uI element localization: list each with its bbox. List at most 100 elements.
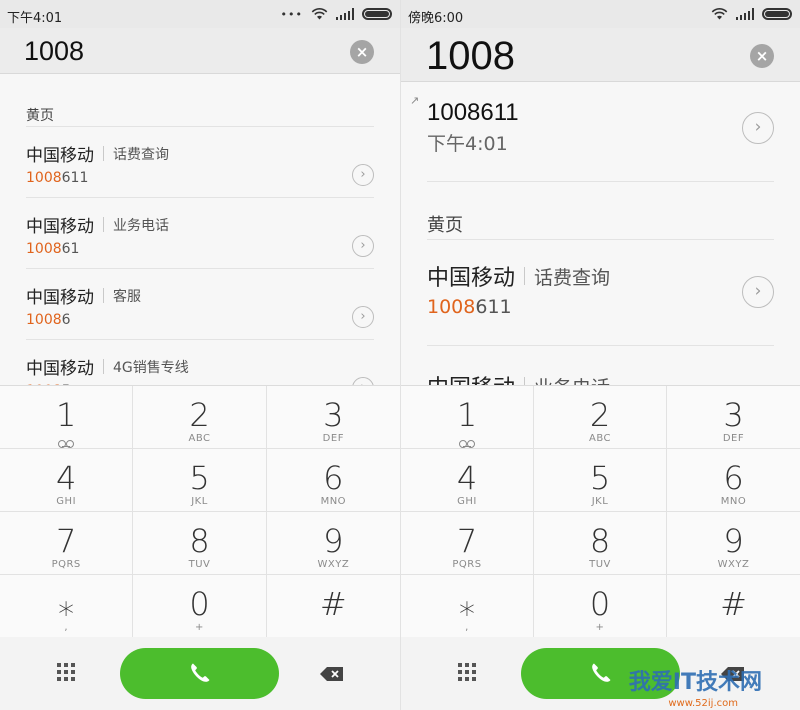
contact-tag: 话费查询 [534,266,611,289]
bottom-bar [0,637,400,710]
divider [524,377,526,385]
list-item[interactable]: 中国移动 业务电话 [427,370,774,385]
recent-number: 1008611 [427,99,519,126]
number-display: 1008 × [401,28,800,82]
key-7[interactable]: 7 PQRS [401,512,534,575]
key-5[interactable]: 5 JKL [133,449,267,512]
key-2[interactable]: 2 ABC [133,386,267,449]
section-label-yellow-pages: 黄页 [26,108,54,124]
battery-icon [762,8,792,20]
key-1[interactable]: 1 [401,386,534,449]
divider [427,239,774,240]
key-8[interactable]: 8 TUV [133,512,267,575]
phone-icon [191,663,210,682]
contact-number: 100861 [26,241,80,257]
divider [103,146,104,161]
divider [26,197,374,198]
wifi-icon [311,8,328,20]
notification-dots: ••• [280,7,303,21]
contact-name: 中国移动 [26,217,94,237]
key-2[interactable]: 2 ABC [534,386,667,449]
contact-name: 中国移动 [26,146,94,166]
contact-tag: 话费查询 [113,146,169,163]
contact-name: 中国移动 [427,266,516,291]
contact-number: 1008611 [427,296,512,318]
divider [427,181,774,182]
contact-number: 1008611 [26,170,89,186]
dialer-screen-left: 下午4:01 ••• 1008 × 黄页 中国移动话费查询 1008611 › [0,0,400,710]
recent-time: 下午4:01 [427,133,508,155]
contact-tag: 4G销售专线 [113,359,189,376]
list-item[interactable]: 中国移动 话费查询 1008611 › [427,260,774,340]
recent-call-item[interactable]: 1008611 下午4:01 › [427,99,774,169]
list-item[interactable]: 中国移动 话费查询 1008611 › [26,141,374,201]
bottom-bar: 我爱IT技术网 www.52ij.com [401,637,800,710]
key-star[interactable]: ⁎, [401,575,534,638]
watermark-url: www.52ij.com [668,698,738,709]
contact-name: 中国移动 [427,370,515,385]
key-1[interactable]: 1 [0,386,134,449]
search-results: 黄页 中国移动 话费查询 1008611 › 中国移动 业务电话 100861 › … [0,75,400,385]
chevron-right-icon[interactable]: › [742,112,774,144]
key-0[interactable]: 0 + [133,575,267,638]
section-label-yellow-pages: 黄页 [427,215,463,236]
battery-icon [362,8,392,20]
contact-tag: 业务电话 [113,217,169,234]
chevron-right-icon[interactable]: › [742,276,774,308]
key-8[interactable]: 8 TUV [534,512,667,575]
number-display: 1008 × [0,28,400,74]
status-icons [711,5,792,23]
dialed-number: 1008 [24,36,85,66]
divider [103,217,104,232]
key-7[interactable]: 7 PQRS [0,512,134,575]
status-time: 下午4:01 [7,11,63,26]
search-results: ↗ 1008611 下午4:01 › 黄页 中国移动 话费查询 1008611 ›… [401,83,800,385]
contact-name: 中国移动 [26,359,94,379]
list-item[interactable]: 中国移动 业务电话 100861 › [26,212,374,272]
key-5[interactable]: 5 JKL [534,449,667,512]
contact-name: 中国移动 [26,288,94,308]
chevron-right-icon[interactable]: › [352,306,374,328]
dialpad: 1 2 ABC 3 DEF 4 GHI 5 JKL 6 MNO 7 PQRS 8 TUV 9W… [0,385,400,638]
backspace-icon[interactable] [320,667,344,681]
key-6[interactable]: 6 MNO [667,449,800,512]
key-hash[interactable]: # [266,575,400,638]
status-bar: 傍晚6:00 [401,0,800,28]
dialer-screen-right: 傍晚6:00 1008 × ↗ 1008611 下午4:01 › 黄页 中国移动… [400,0,800,710]
signal-icon [336,8,354,20]
divider [103,288,104,303]
status-icons: ••• [281,5,392,23]
chevron-right-icon[interactable]: › [352,164,374,186]
key-0[interactable]: 0 + [534,575,667,638]
watermark-logo: 我爱IT技术网 [628,670,762,695]
dialpad-grid-icon[interactable] [458,663,476,681]
wifi-icon [711,8,728,20]
divider [26,268,374,269]
phone-icon [592,663,611,682]
contact-tag: 客服 [113,288,141,305]
key-6[interactable]: 6 MNO [266,449,400,512]
call-button[interactable] [120,648,279,699]
clear-button[interactable]: × [750,44,774,68]
dialed-number: 1008 [426,34,515,78]
key-3[interactable]: 3 DEF [667,386,800,449]
dialpad: 1 2 ABC 3 DEF 4 GHI 5 JKL 6 MNO 7 PQRS 8 TUV 9W… [401,385,800,638]
key-9[interactable]: 9 WXYZ [266,512,400,575]
list-item[interactable]: 中国移动 客服 10086 › [26,283,374,343]
key-3[interactable]: 3 DEF [266,386,400,449]
clear-button[interactable]: × [350,40,374,64]
signal-icon [736,8,754,20]
list-item[interactable]: 中国移动4G销售专线 10085 › [26,354,374,385]
divider [26,126,374,127]
divider [103,359,104,374]
voicemail-icon [459,440,475,448]
key-4[interactable]: 4 GHI [401,449,534,512]
dialpad-grid-icon[interactable] [57,663,75,681]
key-4[interactable]: 4 GHI [0,449,134,512]
status-bar: 下午4:01 ••• [0,0,400,28]
chevron-right-icon[interactable]: › [352,235,374,257]
key-hash[interactable]: # [667,575,800,638]
key-9[interactable]: 9 WXYZ [667,512,800,575]
key-star[interactable]: ⁎, [0,575,134,638]
voicemail-icon [58,440,75,448]
